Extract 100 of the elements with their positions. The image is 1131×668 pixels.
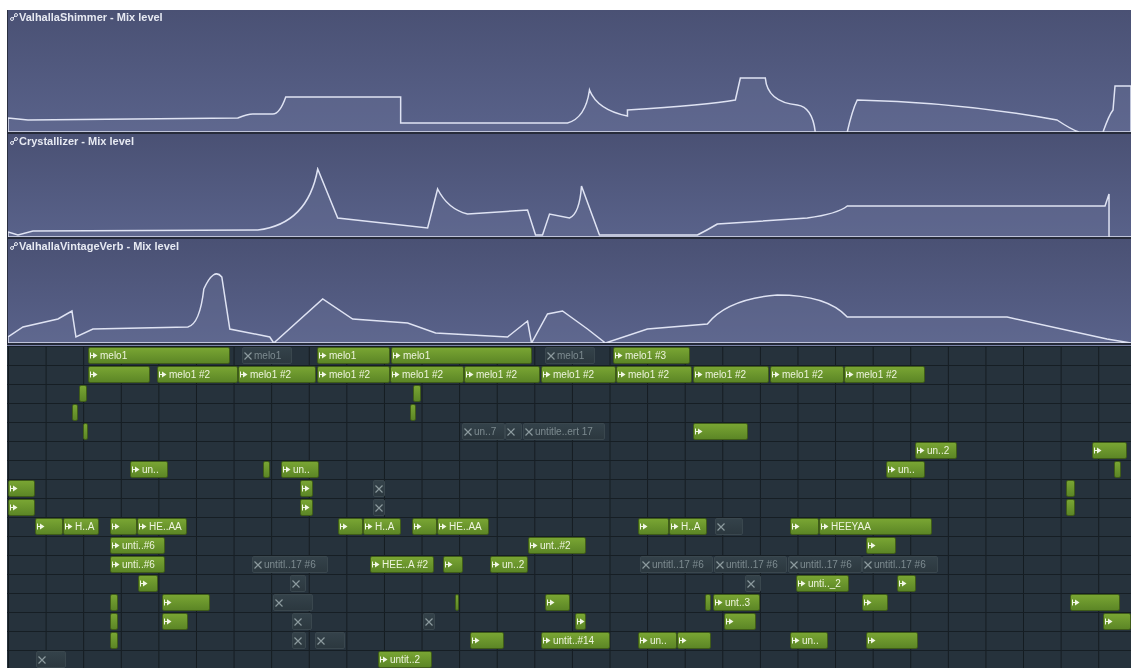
- pattern-clip[interactable]: [1070, 594, 1120, 611]
- pattern-clip[interactable]: [1066, 480, 1075, 497]
- pattern-clip[interactable]: [410, 404, 416, 421]
- pattern-clip[interactable]: [263, 461, 270, 478]
- pattern-clip[interactable]: melo1: [88, 347, 230, 364]
- pattern-clip[interactable]: [292, 632, 306, 649]
- pattern-clip[interactable]: melo1 #2: [616, 366, 692, 383]
- pattern-clip[interactable]: unt..#2: [528, 537, 586, 554]
- automation-lane[interactable]: Crystallizer - Mix level: [7, 134, 1131, 239]
- pattern-clip[interactable]: [373, 499, 385, 516]
- pattern-clip[interactable]: un..: [281, 461, 319, 478]
- pattern-clip[interactable]: un..: [638, 632, 677, 649]
- pattern-clip[interactable]: [162, 613, 188, 630]
- pattern-clip[interactable]: [1114, 461, 1121, 478]
- pattern-clip[interactable]: un..: [886, 461, 925, 478]
- pattern-clip[interactable]: [315, 632, 345, 649]
- pattern-clip[interactable]: unti.._2: [796, 575, 849, 592]
- pattern-clip[interactable]: [36, 651, 66, 668]
- pattern-clip[interactable]: [1066, 499, 1075, 516]
- pattern-clip[interactable]: melo1 #2: [770, 366, 844, 383]
- pattern-clip[interactable]: H..A: [63, 518, 99, 535]
- pattern-clip[interactable]: [8, 480, 35, 497]
- pattern-clip[interactable]: [110, 594, 118, 611]
- pattern-clip[interactable]: [715, 518, 743, 535]
- pattern-clip[interactable]: [413, 385, 421, 402]
- pattern-clip[interactable]: [300, 499, 313, 516]
- pattern-clip[interactable]: melo1 #2: [390, 366, 464, 383]
- pattern-clip[interactable]: [300, 480, 313, 497]
- pattern-clip[interactable]: un..: [790, 632, 828, 649]
- pattern-clip[interactable]: [545, 594, 570, 611]
- pattern-clip[interactable]: [412, 518, 437, 535]
- pattern-clip[interactable]: [35, 518, 63, 535]
- pattern-clip[interactable]: untitl..17 #6: [640, 556, 713, 573]
- pattern-clip[interactable]: melo1: [242, 347, 292, 364]
- pattern-clip[interactable]: [705, 594, 711, 611]
- pattern-clip[interactable]: [862, 594, 888, 611]
- pattern-clip[interactable]: un..7: [462, 423, 505, 440]
- pattern-clip[interactable]: melo1 #2: [238, 366, 316, 383]
- pattern-clip[interactable]: HEE..A #2: [370, 556, 434, 573]
- pattern-clip[interactable]: [290, 575, 306, 592]
- pattern-clip[interactable]: melo1: [391, 347, 532, 364]
- pattern-clip[interactable]: [866, 537, 896, 554]
- pattern-clip[interactable]: [790, 518, 819, 535]
- pattern-clip[interactable]: [575, 613, 586, 630]
- pattern-clip[interactable]: melo1 #3: [613, 347, 690, 364]
- pattern-clip[interactable]: untitl..17 #6: [252, 556, 328, 573]
- pattern-clip[interactable]: [338, 518, 363, 535]
- pattern-clip[interactable]: un..: [130, 461, 168, 478]
- pattern-clip[interactable]: [505, 423, 522, 440]
- pattern-clip[interactable]: [693, 423, 748, 440]
- pattern-clip[interactable]: melo1 #2: [317, 366, 390, 383]
- pattern-clip[interactable]: [866, 632, 918, 649]
- pattern-clip[interactable]: unt..3: [713, 594, 760, 611]
- pattern-clip[interactable]: [110, 613, 118, 630]
- pattern-clip[interactable]: HE..AA: [437, 518, 489, 535]
- pattern-clip[interactable]: [8, 499, 35, 516]
- pattern-clip[interactable]: untitl..17 #6: [862, 556, 938, 573]
- pattern-clip[interactable]: melo1 #2: [464, 366, 540, 383]
- pattern-clip[interactable]: [110, 632, 118, 649]
- pattern-clip[interactable]: melo1: [317, 347, 390, 364]
- pattern-clip[interactable]: [1092, 442, 1127, 459]
- pattern-clip[interactable]: [83, 423, 88, 440]
- pattern-clip[interactable]: [292, 613, 312, 630]
- pattern-clip[interactable]: melo1 #2: [693, 366, 769, 383]
- pattern-clip[interactable]: [745, 575, 761, 592]
- pattern-clip[interactable]: [470, 632, 504, 649]
- pattern-clip[interactable]: H..A: [669, 518, 707, 535]
- pattern-clip[interactable]: [455, 594, 459, 611]
- pattern-clip[interactable]: [897, 575, 916, 592]
- pattern-clip[interactable]: [273, 594, 313, 611]
- pattern-clip[interactable]: [79, 385, 87, 402]
- pattern-clip[interactable]: untit..2: [378, 651, 432, 668]
- pattern-clip[interactable]: melo1 #2: [844, 366, 925, 383]
- pattern-clip[interactable]: [1103, 613, 1131, 630]
- pattern-clip[interactable]: [88, 366, 150, 383]
- pattern-clip[interactable]: [110, 518, 137, 535]
- pattern-clip[interactable]: untit..#14: [541, 632, 610, 649]
- automation-lane[interactable]: ValhallaVintageVerb - Mix level: [7, 239, 1131, 345]
- pattern-clip[interactable]: [162, 594, 210, 611]
- pattern-clip[interactable]: melo1 #2: [541, 366, 616, 383]
- pattern-clip[interactable]: [138, 575, 158, 592]
- pattern-clip[interactable]: HE..AA: [137, 518, 187, 535]
- pattern-clip[interactable]: [443, 556, 463, 573]
- pattern-clip[interactable]: melo1 #2: [157, 366, 238, 383]
- pattern-clip[interactable]: unti..#6: [110, 537, 165, 554]
- pattern-clip[interactable]: [423, 613, 435, 630]
- pattern-clip[interactable]: [724, 613, 756, 630]
- pattern-clip[interactable]: un..2: [915, 442, 957, 459]
- pattern-clip[interactable]: H..A: [363, 518, 401, 535]
- pattern-clip[interactable]: unti..#6: [110, 556, 165, 573]
- pattern-clip[interactable]: [638, 518, 669, 535]
- automation-lane[interactable]: ValhallaShimmer - Mix level: [7, 10, 1131, 134]
- pattern-clip[interactable]: untitle..ert 17: [523, 423, 605, 440]
- pattern-clip[interactable]: untitl..17 #6: [788, 556, 862, 573]
- pattern-clip[interactable]: [72, 404, 78, 421]
- pattern-clip[interactable]: un..2: [490, 556, 528, 573]
- pattern-clip[interactable]: HEEYAA: [819, 518, 932, 535]
- pattern-clip[interactable]: [677, 632, 711, 649]
- pattern-clip[interactable]: [373, 480, 385, 497]
- pattern-clip[interactable]: untitl..17 #6: [714, 556, 787, 573]
